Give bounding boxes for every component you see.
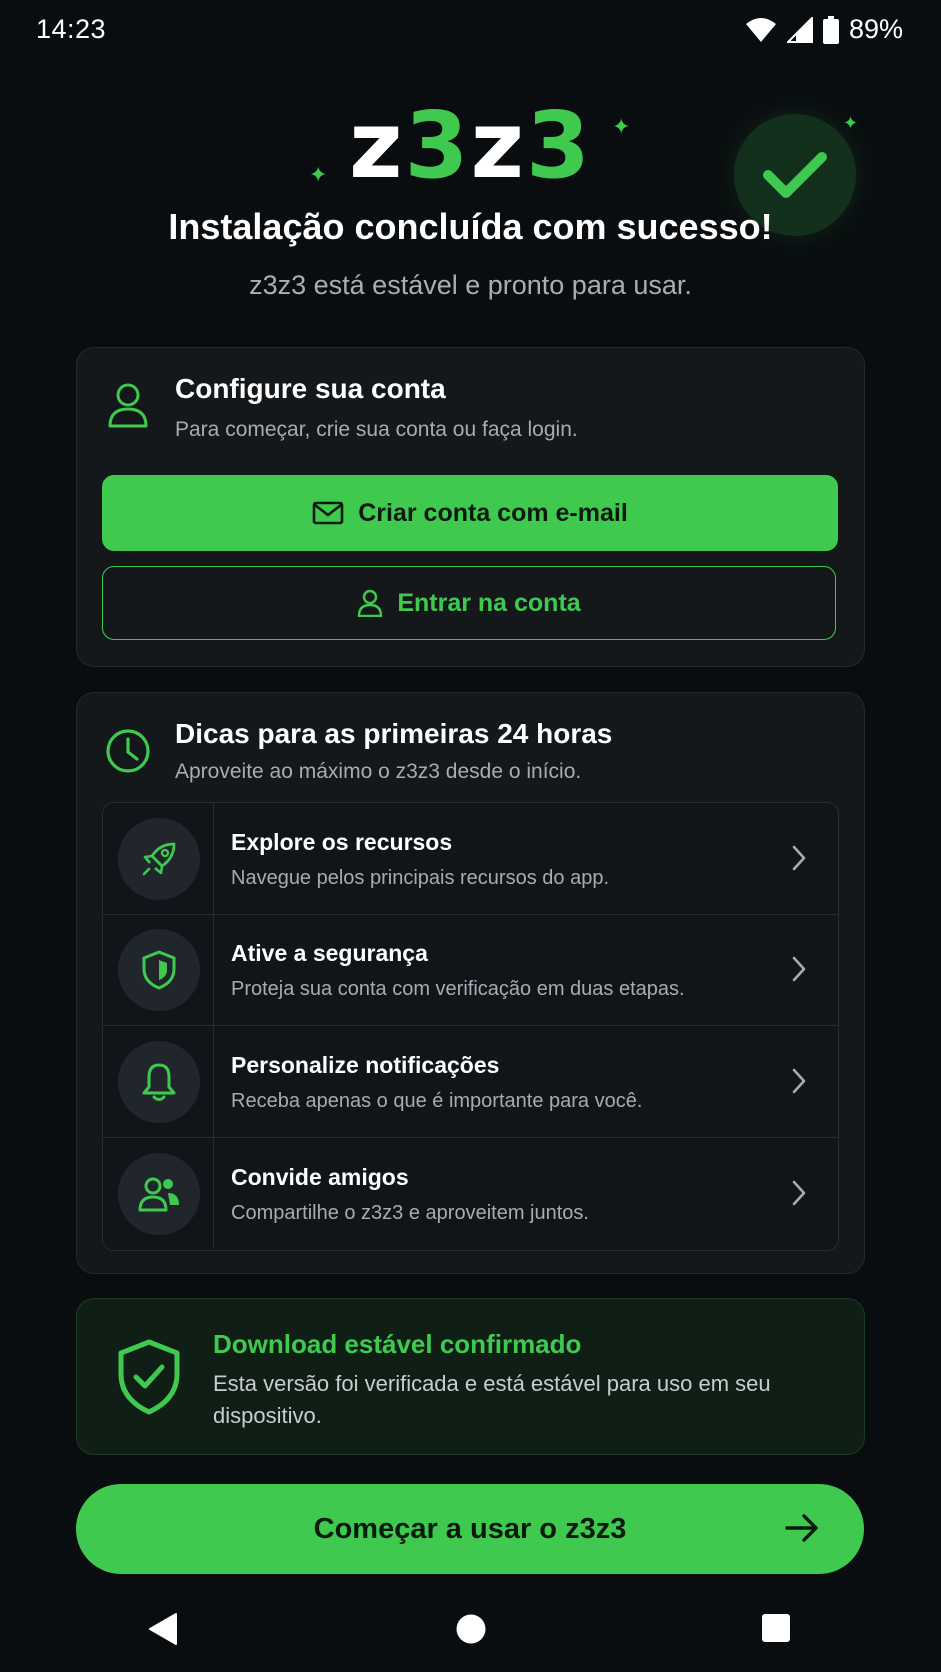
tip-item-explore[interactable]: Explore os recursos Navegue pelos princi… (103, 803, 838, 915)
stable-description: Esta versão foi verificada e está estáve… (213, 1371, 771, 1428)
account-title: Configure sua conta (175, 373, 446, 404)
login-button[interactable]: Entrar na conta (102, 566, 836, 640)
logo-digit: 3 (404, 92, 471, 199)
arrow-right-icon (785, 1514, 818, 1542)
wifi-icon (745, 17, 776, 42)
logo-letter: z (470, 92, 527, 199)
sparkle-icon: ✦ (309, 162, 328, 187)
start-using-button[interactable]: Começar a usar o z3z3 (76, 1484, 864, 1574)
create-account-label: Criar conta com e-mail (358, 498, 628, 527)
logo-digit: 3 (526, 92, 593, 199)
people-icon (118, 1153, 200, 1235)
chevron-right-icon (792, 1180, 806, 1206)
tip-description: Compartilhe o z3z3 e aproveitem juntos. (231, 1202, 589, 1224)
tip-title: Personalize notificações (231, 1052, 500, 1078)
sparkle-icon: ✦ (843, 113, 859, 133)
tip-description: Receba apenas o que é importante para vo… (231, 1090, 643, 1112)
recents-icon[interactable] (761, 1613, 791, 1643)
checkmark-icon (763, 152, 827, 198)
home-icon[interactable] (455, 1613, 487, 1645)
shield-check-icon (116, 1338, 182, 1421)
page-subtitle: z3z3 está estável e pronto para usar. (249, 270, 692, 300)
tip-item-security[interactable]: Ative a segurança Proteja sua conta com … (103, 914, 838, 1026)
rocket-icon (118, 818, 200, 900)
page-title: Instalação concluída com sucesso! (168, 206, 773, 247)
status-indicators: 89% (745, 14, 903, 45)
tip-item-invite[interactable]: Convide amigos Compartilhe o z3z3 e apro… (103, 1138, 838, 1249)
tip-item-notifications[interactable]: Personalize notificações Receba apenas o… (103, 1026, 838, 1138)
account-description: Para começar, crie sua conta ou faça log… (175, 418, 578, 441)
tip-description: Navegue pelos principais recursos do app… (231, 867, 609, 889)
battery-icon (822, 15, 839, 44)
login-label: Entrar na conta (397, 588, 581, 617)
logo-letter: z (348, 92, 405, 199)
clock-icon (104, 727, 152, 775)
signal-icon (786, 16, 813, 43)
bell-icon (118, 1041, 200, 1123)
tips-description: Aproveite ao máximo o z3z3 desde o iníci… (175, 760, 582, 783)
tip-title: Explore os recursos (231, 829, 453, 855)
sparkle-icon: ✦ (612, 114, 631, 139)
mail-icon (312, 501, 344, 525)
tip-title: Ative a segurança (231, 940, 428, 966)
tip-title: Convide amigos (231, 1164, 409, 1190)
user-icon (358, 589, 383, 617)
battery-percent: 89% (848, 14, 903, 44)
chevron-right-icon (792, 956, 806, 982)
tip-description: Proteja sua conta com verificação em dua… (231, 978, 685, 1000)
start-using-label: Começar a usar o z3z3 (313, 1512, 627, 1545)
create-account-email-button[interactable]: Criar conta com e-mail (102, 475, 838, 551)
chevron-right-icon (792, 845, 806, 871)
tips-title: Dicas para as primeiras 24 horas (175, 718, 613, 749)
stable-title: Download estável confirmado (213, 1329, 582, 1359)
shield-icon (118, 929, 200, 1011)
chevron-right-icon (792, 1068, 806, 1094)
user-icon (104, 381, 152, 429)
tips-list: Explore os recursos Navegue pelos princi… (102, 802, 839, 1251)
system-nav-bar (0, 1600, 941, 1672)
status-time: 14:23 (36, 14, 107, 44)
back-icon[interactable] (148, 1612, 178, 1646)
